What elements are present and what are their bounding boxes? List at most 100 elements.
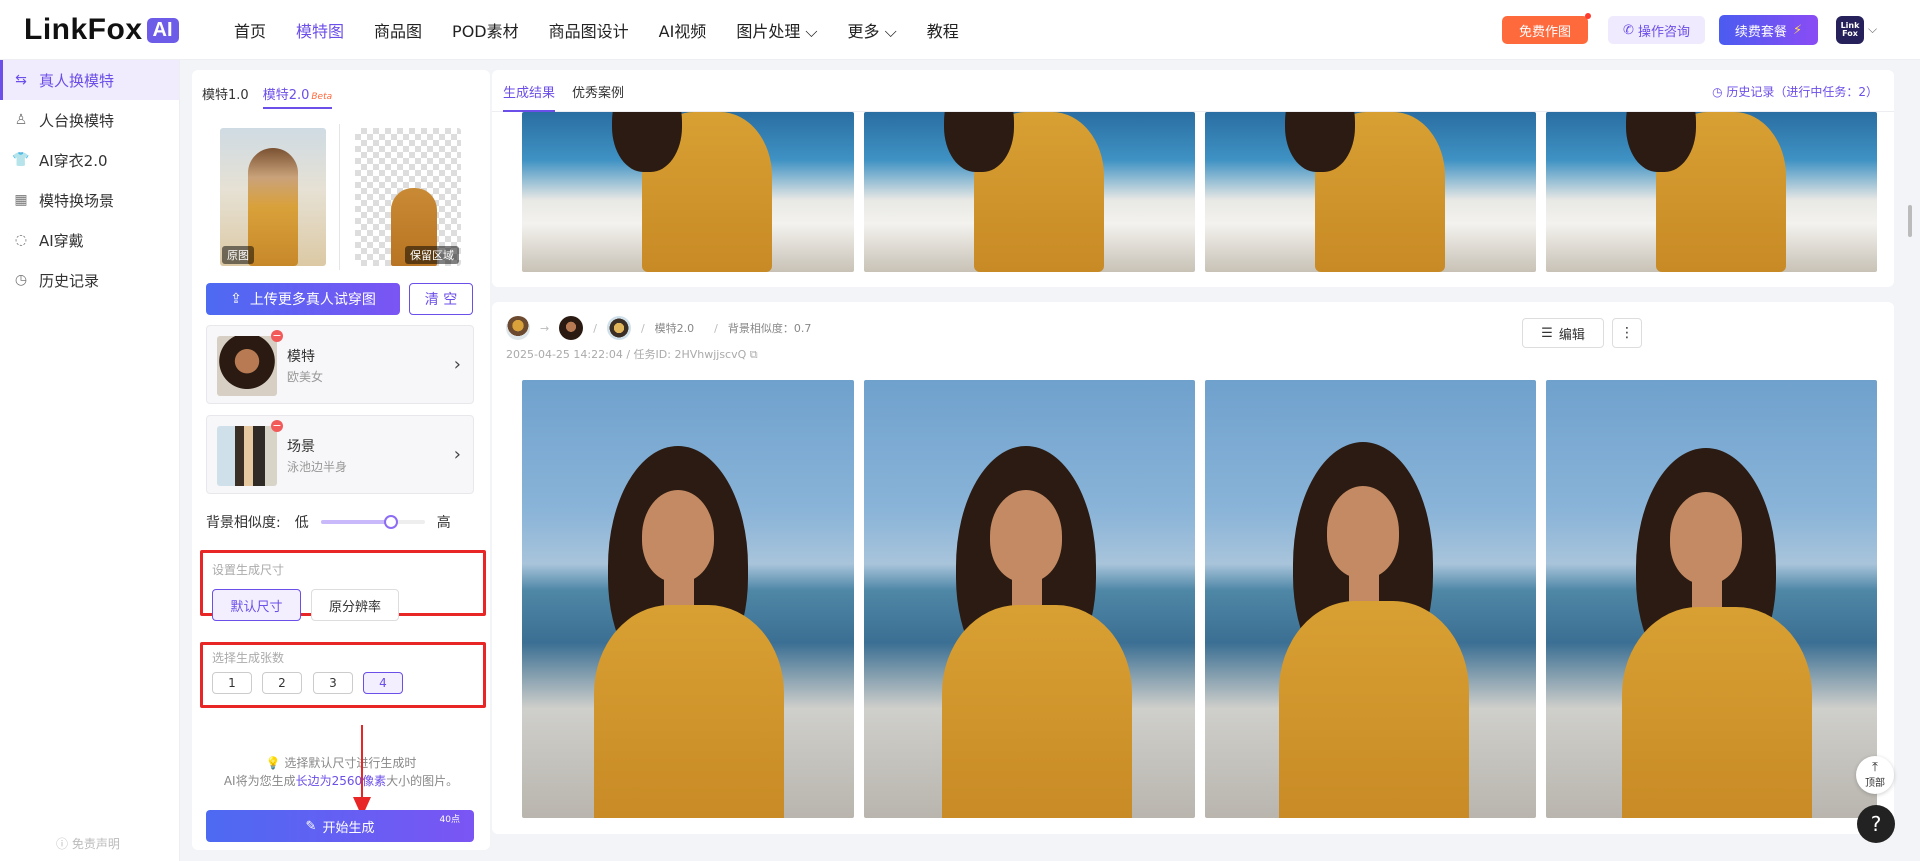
renew-label: 续费套餐 [1734, 24, 1787, 40]
consult-button[interactable]: ✆ 操作咨询 [1608, 16, 1705, 44]
nav-model[interactable]: 模特图 [296, 18, 344, 42]
history-link[interactable]: ◷ 历史记录（进行中任务：2） [1712, 83, 1878, 100]
result-image[interactable] [864, 380, 1195, 818]
result-image[interactable] [1546, 112, 1877, 272]
source-thumbnail[interactable] [506, 316, 530, 340]
nav-image-process[interactable]: 图片处理 ⌵ [736, 18, 817, 42]
similarity-slider[interactable] [320, 515, 425, 529]
nav-product[interactable]: 商品图 [374, 18, 422, 42]
arrow-right-icon: → [540, 321, 550, 335]
upload-button[interactable]: ⇪ 上传更多真人试穿图 [206, 283, 400, 315]
nav-pod[interactable]: POD素材 [452, 18, 519, 42]
lightning-icon: ⚡ [1792, 22, 1803, 38]
nav-tutorial[interactable]: 教程 [927, 18, 959, 42]
tab-cases[interactable]: 优秀案例 [572, 82, 624, 101]
tab-model-1[interactable]: 模特1.0 [202, 84, 249, 109]
logo[interactable]: LinkFox AI [24, 13, 179, 46]
remove-model-icon[interactable]: − [271, 330, 283, 342]
model-title: 模特 [287, 349, 315, 365]
count-option-4[interactable]: 4 [363, 672, 403, 694]
user-avatar[interactable]: Link Fox [1836, 16, 1864, 44]
back-to-top-button[interactable]: ⤒ 顶部 [1856, 756, 1894, 794]
chevron-down-icon[interactable]: ⌵ [1868, 22, 1877, 37]
original-image[interactable]: 原图 [220, 128, 326, 266]
sidebar-item-mannequin[interactable]: ♙ 人台换模特 [0, 100, 179, 140]
dress-shape [1279, 601, 1469, 818]
separator: / [640, 321, 645, 335]
clear-button[interactable]: 清 空 [409, 283, 473, 315]
result-image[interactable] [522, 380, 854, 818]
slider-fill [320, 520, 394, 524]
result-image[interactable] [864, 112, 1195, 272]
face-shape [1327, 486, 1399, 578]
similarity-high: 高 [436, 515, 451, 531]
start-generate-button[interactable]: ✎ 开始生成 40点 [206, 810, 474, 842]
upload-icon: ⇪ [230, 291, 242, 307]
task-date-id: 2025-04-25 14:22:04 / 任务ID: 2HVhwjjscvQ … [506, 346, 758, 362]
default-size-button[interactable]: 默认尺寸 [212, 589, 301, 621]
sidebar-item-ai-dress[interactable]: 👕 AI穿衣2.0 [0, 140, 179, 180]
scene-selector[interactable]: − 场景 泳池边半身 › [206, 415, 474, 494]
scene-icon: ▦ [14, 192, 28, 208]
tip-line-1: 💡 选择默认尺寸进行生成时 [265, 756, 417, 770]
sidebar-item-real-model[interactable]: ⇆ 真人换模特 [0, 60, 179, 100]
result-image[interactable] [1205, 112, 1536, 272]
sidebar-item-ai-wear[interactable]: ◌ AI穿戴 [0, 220, 179, 260]
disclaimer-link[interactable]: ⓘ 免责声明 [56, 835, 120, 852]
similarity-label: 背景相似度: [206, 515, 281, 531]
disclaimer-label: 免责声明 [71, 837, 120, 851]
separator: / [714, 321, 718, 335]
separator: / [593, 321, 597, 335]
model-thumbnail[interactable] [559, 316, 584, 340]
scene-subtitle: 泳池边半身 [287, 460, 348, 474]
nav-more[interactable]: 更多 ⌵ [848, 18, 897, 42]
tab-model-2[interactable]: 模特2.0 Beta [262, 84, 333, 109]
more-button[interactable]: ⋮ [1612, 318, 1642, 348]
model-version: 模特2.0 [654, 322, 695, 335]
tab-results[interactable]: 生成结果 [503, 82, 556, 112]
count-option-2[interactable]: 2 [262, 672, 302, 694]
copy-icon[interactable]: ⧉ [746, 348, 758, 361]
clock-icon: ◷ [1712, 85, 1727, 99]
scrollbar-thumb[interactable] [1908, 205, 1912, 237]
mannequin-icon: ♙ [14, 112, 28, 128]
renew-button[interactable]: 续费套餐 ⚡ [1719, 15, 1818, 45]
model-subtitle: 欧美女 [287, 370, 324, 384]
back-to-top-label: 顶部 [1865, 778, 1885, 789]
original-resolution-button[interactable]: 原分辨率 [311, 589, 399, 621]
slider-handle[interactable] [383, 515, 398, 529]
face-shape [1670, 492, 1742, 584]
keep-area-image[interactable]: 保留区域 [355, 128, 461, 266]
nav-design[interactable]: 商品图设计 [549, 18, 629, 42]
count-section: 选择生成张数 1 2 3 4 [200, 642, 486, 708]
edit-label: 编辑 [1558, 327, 1585, 343]
dress-shape [594, 605, 784, 818]
result-card-previous [492, 112, 1894, 287]
count-option-3[interactable]: 3 [313, 672, 353, 694]
scene-thumbnail[interactable] [606, 316, 631, 340]
chevron-right-icon: › [453, 444, 461, 465]
tab-model-2-label: 模特2.0 [262, 88, 310, 103]
count-option-1[interactable]: 1 [212, 672, 252, 694]
model-selector[interactable]: − 模特 欧美女 › [206, 325, 474, 404]
free-create-label: 免费作图 [1518, 24, 1571, 40]
shirt-icon: 👕 [12, 152, 30, 168]
dress-shape [942, 605, 1132, 818]
scene-title: 场景 [287, 439, 315, 455]
generate-label: 开始生成 [322, 820, 375, 836]
free-create-button[interactable]: 免费作图 [1502, 13, 1591, 44]
original-image-label: 原图 [222, 246, 254, 264]
sidebar-item-scene[interactable]: ▦ 模特换场景 [0, 180, 179, 220]
phone-icon: ✆ [1623, 22, 1634, 38]
remove-scene-icon[interactable]: − [271, 420, 283, 432]
result-image[interactable] [522, 112, 854, 272]
nav-ai-video[interactable]: AI视频 [659, 18, 707, 42]
sidebar-item-history[interactable]: ◷ 历史记录 [0, 260, 179, 300]
result-image[interactable] [1546, 380, 1877, 818]
swap-icon: ⇆ [15, 72, 27, 88]
sidebar-item-label: 历史记录 [39, 271, 100, 290]
nav-home[interactable]: 首页 [234, 18, 266, 42]
edit-button[interactable]: ☰ 编辑 [1522, 318, 1604, 348]
help-button[interactable]: ? [1857, 805, 1895, 843]
result-image[interactable] [1205, 380, 1536, 818]
